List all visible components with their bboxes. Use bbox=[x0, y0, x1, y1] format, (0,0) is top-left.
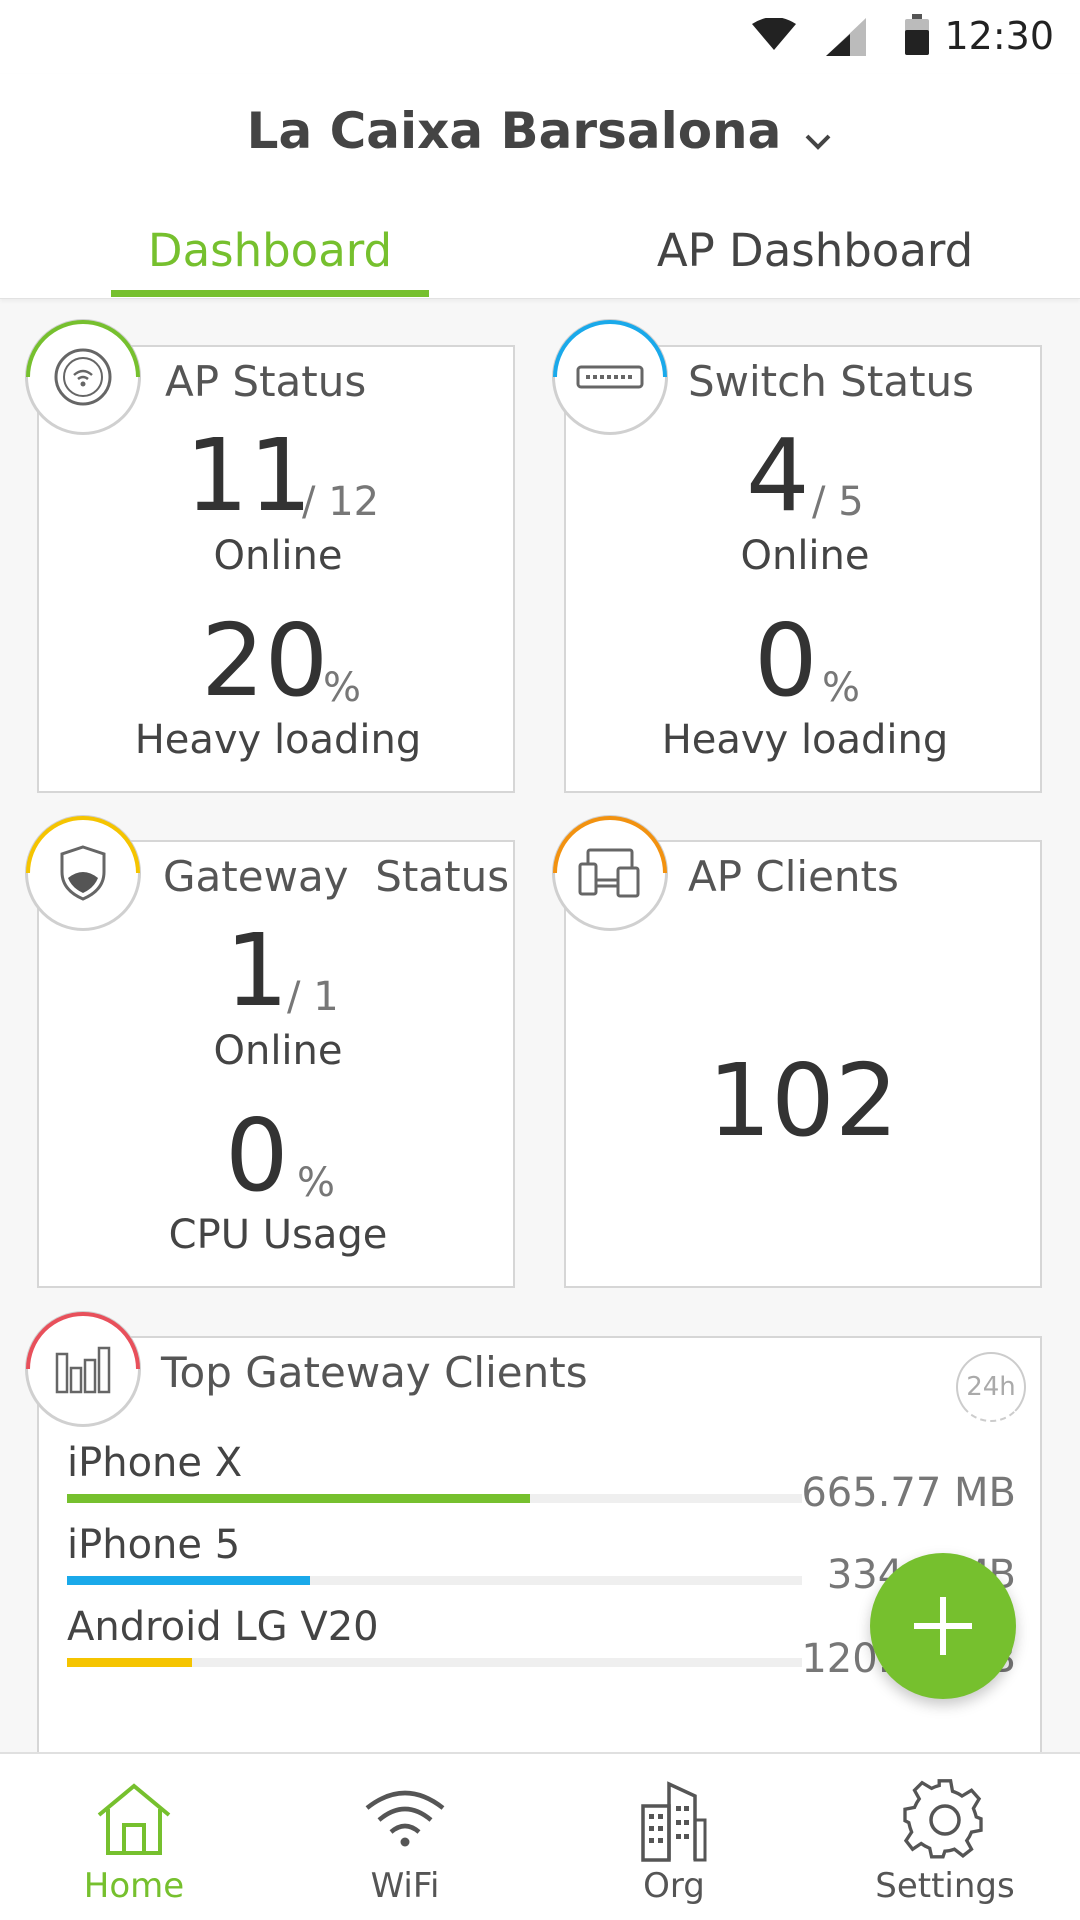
gateway-online-label: Online bbox=[213, 1028, 343, 1074]
card-title: AP Status bbox=[165, 357, 367, 406]
ap-status-badge bbox=[25, 319, 141, 435]
usage-bar-track bbox=[67, 1494, 802, 1503]
nav-settings[interactable]: Settings bbox=[845, 1754, 1045, 1920]
switch-load-value: 0 bbox=[754, 602, 818, 719]
ap-load-label: Heavy loading bbox=[134, 717, 422, 763]
nav-label: WiFi bbox=[370, 1866, 440, 1906]
client-name: iPhone X bbox=[67, 1440, 243, 1486]
wifi-icon bbox=[752, 18, 796, 50]
ap-icon bbox=[54, 348, 112, 406]
nav-label: Settings bbox=[875, 1866, 1015, 1906]
ap-total-count: / 12 bbox=[302, 479, 380, 525]
status-bar: 12:30 bbox=[0, 0, 1080, 74]
bottom-navigation: Home WiFi Org Settings bbox=[0, 1752, 1080, 1920]
battery-icon bbox=[905, 14, 929, 55]
usage-bar-fill bbox=[67, 1494, 531, 1503]
switch-status-badge bbox=[552, 319, 668, 435]
gear-icon bbox=[903, 1779, 983, 1859]
switch-load-label: Heavy loading bbox=[661, 717, 949, 763]
nav-home[interactable]: Home bbox=[34, 1754, 234, 1920]
site-name: La Caixa Barsalona bbox=[246, 102, 782, 160]
ap-online-label: Online bbox=[213, 533, 343, 579]
nav-label: Home bbox=[83, 1866, 185, 1906]
usage-bar-track bbox=[67, 1658, 802, 1667]
top-gateway-clients-card[interactable]: Top Gateway Clients 24h iPhone X 665.77 … bbox=[37, 1336, 1042, 1786]
card-title: Gateway Status bbox=[163, 852, 510, 901]
ap-clients-count: 102 bbox=[707, 1042, 899, 1159]
card-title: Switch Status bbox=[688, 357, 975, 406]
ap-clients-badge bbox=[552, 815, 668, 931]
usage-bar-fill bbox=[67, 1576, 310, 1585]
gateway-status-badge bbox=[25, 815, 141, 931]
ap-load-value: 20 bbox=[201, 602, 329, 719]
chevron-down-icon bbox=[803, 106, 833, 164]
clock: 12:30 bbox=[944, 14, 1054, 58]
client-name: Android LG V20 bbox=[67, 1604, 379, 1650]
building-icon bbox=[641, 1781, 707, 1862]
gateway-cpu-unit: % bbox=[297, 1160, 336, 1206]
gateway-cpu-label: CPU Usage bbox=[168, 1212, 388, 1258]
active-tab-indicator bbox=[111, 290, 429, 297]
card-title: Top Gateway Clients bbox=[161, 1348, 588, 1397]
top-clients-badge bbox=[25, 1311, 141, 1427]
wifi-icon bbox=[365, 1790, 445, 1847]
home-icon bbox=[97, 1783, 171, 1855]
tab-dashboard[interactable]: Dashboard bbox=[110, 224, 430, 277]
nav-label: Org bbox=[643, 1866, 705, 1906]
switch-icon bbox=[576, 365, 644, 389]
gateway-cpu-value: 0 bbox=[225, 1097, 289, 1214]
usage-bar-track bbox=[67, 1576, 802, 1585]
gateway-total-count: / 1 bbox=[287, 974, 339, 1020]
devices-icon bbox=[578, 848, 640, 898]
card-title: AP Clients bbox=[688, 852, 899, 901]
plus-icon bbox=[914, 1597, 972, 1655]
period-24h-toggle[interactable]: 24h bbox=[956, 1352, 1026, 1422]
switch-load-unit: % bbox=[822, 665, 861, 711]
app-header: La Caixa Barsalona Dashboard AP Dashboar… bbox=[0, 74, 1080, 299]
signal-icon bbox=[826, 18, 866, 56]
switch-online-count: 4 bbox=[746, 417, 810, 534]
nav-wifi[interactable]: WiFi bbox=[305, 1754, 505, 1920]
ap-load-unit: % bbox=[323, 665, 362, 711]
tab-ap-dashboard[interactable]: AP Dashboard bbox=[620, 224, 1010, 277]
client-name: iPhone 5 bbox=[67, 1522, 241, 1568]
shield-icon bbox=[60, 845, 106, 901]
add-button[interactable] bbox=[870, 1553, 1016, 1699]
bar-chart-icon bbox=[55, 1346, 111, 1394]
nav-org[interactable]: Org bbox=[574, 1754, 774, 1920]
switch-online-label: Online bbox=[740, 533, 870, 579]
ap-online-count: 11 bbox=[185, 417, 313, 534]
switch-total-count: / 5 bbox=[812, 479, 864, 525]
site-selector[interactable]: La Caixa Barsalona bbox=[0, 102, 1080, 164]
usage-bar-fill bbox=[67, 1658, 192, 1667]
client-usage: 665.77 MB bbox=[801, 1470, 1016, 1516]
gateway-online-count: 1 bbox=[225, 912, 289, 1029]
